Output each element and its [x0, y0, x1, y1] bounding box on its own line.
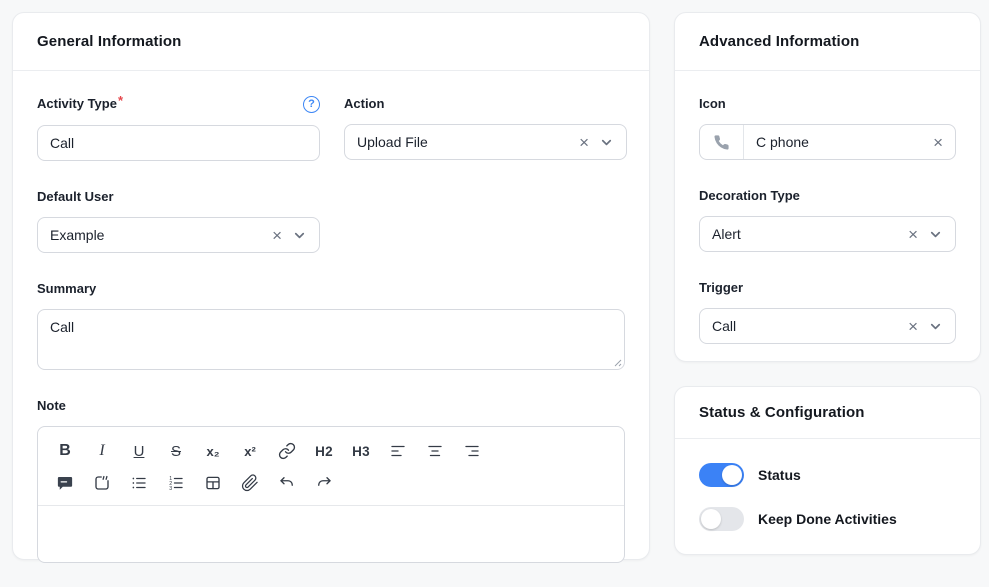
- superscript-button[interactable]: x²: [239, 440, 261, 462]
- clear-icon[interactable]: ×: [908, 226, 918, 243]
- advanced-information-card: Advanced Information Icon C phone × Deco…: [674, 12, 981, 362]
- decoration-type-field: Decoration Type Alert ×: [699, 187, 956, 252]
- table-button[interactable]: [202, 472, 224, 494]
- underline-button[interactable]: U: [128, 440, 150, 462]
- decoration-type-select-value: Alert: [712, 226, 741, 242]
- clear-icon[interactable]: ×: [579, 134, 589, 151]
- status-toggle-label: Status: [758, 467, 801, 483]
- card-title: Advanced Information: [699, 33, 860, 50]
- status-toggle-row: Status: [699, 463, 956, 487]
- phone-icon: [714, 134, 729, 150]
- required-asterisk: *: [117, 93, 124, 108]
- blockquote-icon: [95, 475, 109, 490]
- icon-preview[interactable]: [700, 125, 744, 159]
- table-icon: [206, 476, 220, 490]
- activity-type-label: Activity Type: [37, 96, 117, 111]
- summary-textarea[interactable]: Call: [37, 309, 625, 370]
- card-title: General Information: [37, 33, 182, 50]
- note-rich-text-editor: B I U S x₂ x² H2 H3 1 2 3: [37, 426, 625, 563]
- icon-field: Icon C phone ×: [699, 95, 956, 160]
- bold-button[interactable]: B: [54, 440, 76, 462]
- heading3-button[interactable]: H3: [350, 440, 372, 462]
- advanced-card-header: Advanced Information: [675, 13, 980, 71]
- align-left-icon: [391, 445, 405, 457]
- chevron-down-icon: [928, 227, 943, 242]
- chevron-down-icon: [292, 228, 307, 243]
- link-button[interactable]: [276, 440, 298, 462]
- heading2-button[interactable]: H2: [313, 440, 335, 462]
- align-right-button[interactable]: [461, 440, 483, 462]
- icon-picker-input[interactable]: C phone ×: [699, 124, 956, 160]
- action-select[interactable]: Upload File ×: [344, 124, 627, 160]
- paperclip-icon: [241, 474, 258, 492]
- activity-type-input[interactable]: [37, 125, 320, 161]
- align-center-button[interactable]: [424, 440, 446, 462]
- keep-done-activities-toggle-label: Keep Done Activities: [758, 511, 897, 527]
- trigger-label: Trigger: [699, 280, 744, 295]
- redo-button[interactable]: [313, 472, 335, 494]
- subscript-button[interactable]: x₂: [202, 440, 224, 462]
- status-configuration-card: Status & Configuration Status Keep Done …: [674, 386, 981, 555]
- decoration-type-select[interactable]: Alert ×: [699, 216, 956, 252]
- icon-label: Icon: [699, 96, 726, 111]
- general-card-header: General Information: [13, 13, 649, 71]
- action-select-value: Upload File: [357, 134, 428, 150]
- ordered-list-button[interactable]: 123: [165, 472, 187, 494]
- clear-icon[interactable]: ×: [908, 318, 918, 335]
- undo-icon: [280, 477, 293, 486]
- decoration-type-label: Decoration Type: [699, 188, 800, 203]
- default-user-field: Default User Example ×: [37, 188, 625, 253]
- trigger-select-value: Call: [712, 318, 737, 334]
- attachment-button[interactable]: [239, 472, 261, 494]
- default-user-label: Default User: [37, 189, 114, 204]
- status-toggle[interactable]: [699, 463, 744, 487]
- trigger-field: Trigger Call ×: [699, 279, 956, 344]
- status-card-body: Status Keep Done Activities: [675, 439, 980, 555]
- strikethrough-button[interactable]: S: [165, 440, 187, 462]
- undo-button[interactable]: [276, 472, 298, 494]
- trigger-select[interactable]: Call ×: [699, 308, 956, 344]
- default-user-select[interactable]: Example ×: [37, 217, 320, 253]
- default-user-select-value: Example: [50, 227, 105, 243]
- summary-field: Summary Call: [37, 280, 625, 370]
- keep-done-activities-toggle[interactable]: [699, 507, 744, 531]
- comment-button[interactable]: [54, 472, 76, 494]
- action-field: Action Upload File ×: [344, 95, 627, 161]
- clear-icon[interactable]: ×: [933, 134, 943, 151]
- icon-value: C phone: [756, 134, 809, 150]
- toggle-knob: [701, 509, 721, 529]
- note-label: Note: [37, 398, 66, 413]
- align-right-icon: [465, 445, 479, 457]
- action-label: Action: [344, 96, 385, 111]
- general-information-card: General Information Activity Type* ? Act…: [12, 12, 650, 563]
- ordered-list-icon: 123: [169, 476, 183, 492]
- status-card-header: Status & Configuration: [675, 387, 980, 439]
- redo-icon: [318, 477, 331, 486]
- advanced-card-body: Icon C phone × Decoration Type Alert × T…: [675, 71, 980, 368]
- align-center-icon: [428, 445, 442, 457]
- align-left-button[interactable]: [387, 440, 409, 462]
- blockquote-button[interactable]: [91, 472, 113, 494]
- toggle-knob: [722, 465, 742, 485]
- note-editor-content[interactable]: [38, 506, 624, 562]
- bullet-list-icon: [132, 477, 146, 489]
- keep-done-activities-toggle-row: Keep Done Activities: [699, 507, 956, 531]
- comment-icon: [57, 477, 73, 490]
- general-card-body: Activity Type* ? Action Upload File ×: [13, 71, 649, 587]
- clear-icon[interactable]: ×: [272, 227, 282, 244]
- help-icon[interactable]: ?: [303, 95, 320, 113]
- italic-button[interactable]: I: [91, 440, 113, 462]
- note-field: Note B I U S x₂ x² H2 H3 1 2 3: [37, 397, 625, 563]
- card-title: Status & Configuration: [699, 404, 865, 421]
- activity-type-field: Activity Type* ?: [37, 93, 320, 161]
- summary-label: Summary: [37, 281, 97, 296]
- bullet-list-button[interactable]: [128, 472, 150, 494]
- svg-text:3: 3: [169, 486, 172, 492]
- chevron-down-icon: [928, 319, 943, 334]
- chevron-down-icon: [599, 135, 614, 150]
- link-icon: [278, 442, 296, 460]
- note-toolbar: B I U S x₂ x² H2 H3 1 2 3: [38, 427, 624, 505]
